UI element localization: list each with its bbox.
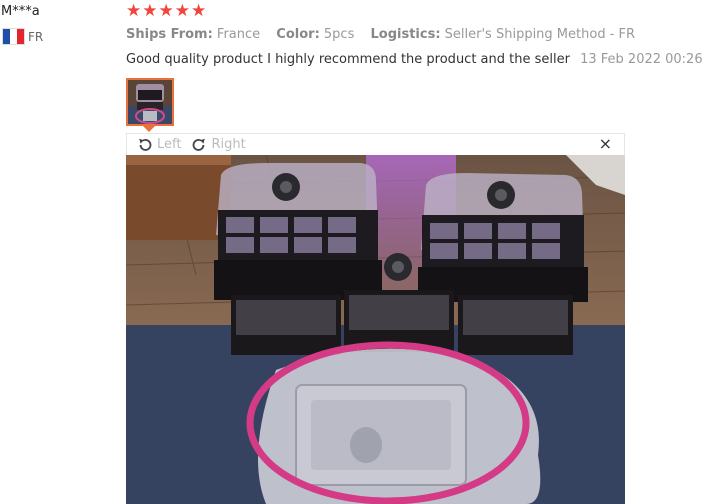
star-icon: ★ — [142, 1, 158, 21]
image-viewer-toolbar: Left Right × — [126, 133, 625, 155]
ships-from-value: France — [216, 27, 261, 42]
close-icon[interactable]: × — [599, 136, 612, 152]
color-label: Color: — [276, 27, 320, 42]
rotate-right-button[interactable]: Right — [191, 137, 246, 153]
review-photo-large — [126, 155, 625, 504]
review-comment: Good quality product I highly recommend … — [126, 52, 703, 67]
review-photo-thumbnail[interactable] — [126, 78, 174, 126]
star-icon: ★ — [174, 1, 190, 21]
rotate-left-button[interactable]: Left — [137, 137, 181, 153]
reviewer-country: FR — [2, 28, 43, 45]
flag-fr-icon — [2, 28, 25, 45]
ships-from-label: Ships From: — [126, 27, 213, 42]
reviewer-name: M***a — [1, 4, 40, 19]
star-icon: ★ — [126, 1, 142, 21]
country-code: FR — [28, 29, 44, 44]
star-rating: ★ ★ ★ ★ ★ — [126, 2, 206, 20]
thumbnail-pointer — [143, 126, 155, 132]
rotate-left-label: Left — [157, 137, 182, 152]
logistics-label: Logistics: — [370, 27, 441, 42]
star-icon: ★ — [191, 1, 207, 21]
logistics-value: Seller's Shipping Method - FR — [444, 27, 636, 42]
review-item: M***a FR ★ ★ ★ ★ ★ Ships From: France Co… — [0, 0, 709, 504]
rotate-right-icon — [193, 138, 206, 151]
review-date: 13 Feb 2022 00:26 — [580, 52, 703, 67]
comment-text: Good quality product I highly recommend … — [126, 52, 570, 67]
color-value: 5pcs — [323, 27, 355, 42]
star-icon: ★ — [158, 1, 174, 21]
rotate-right-label: Right — [211, 137, 246, 152]
order-info: Ships From: France Color: 5pcs Logistics… — [126, 27, 647, 42]
rotate-left-icon — [139, 138, 152, 151]
